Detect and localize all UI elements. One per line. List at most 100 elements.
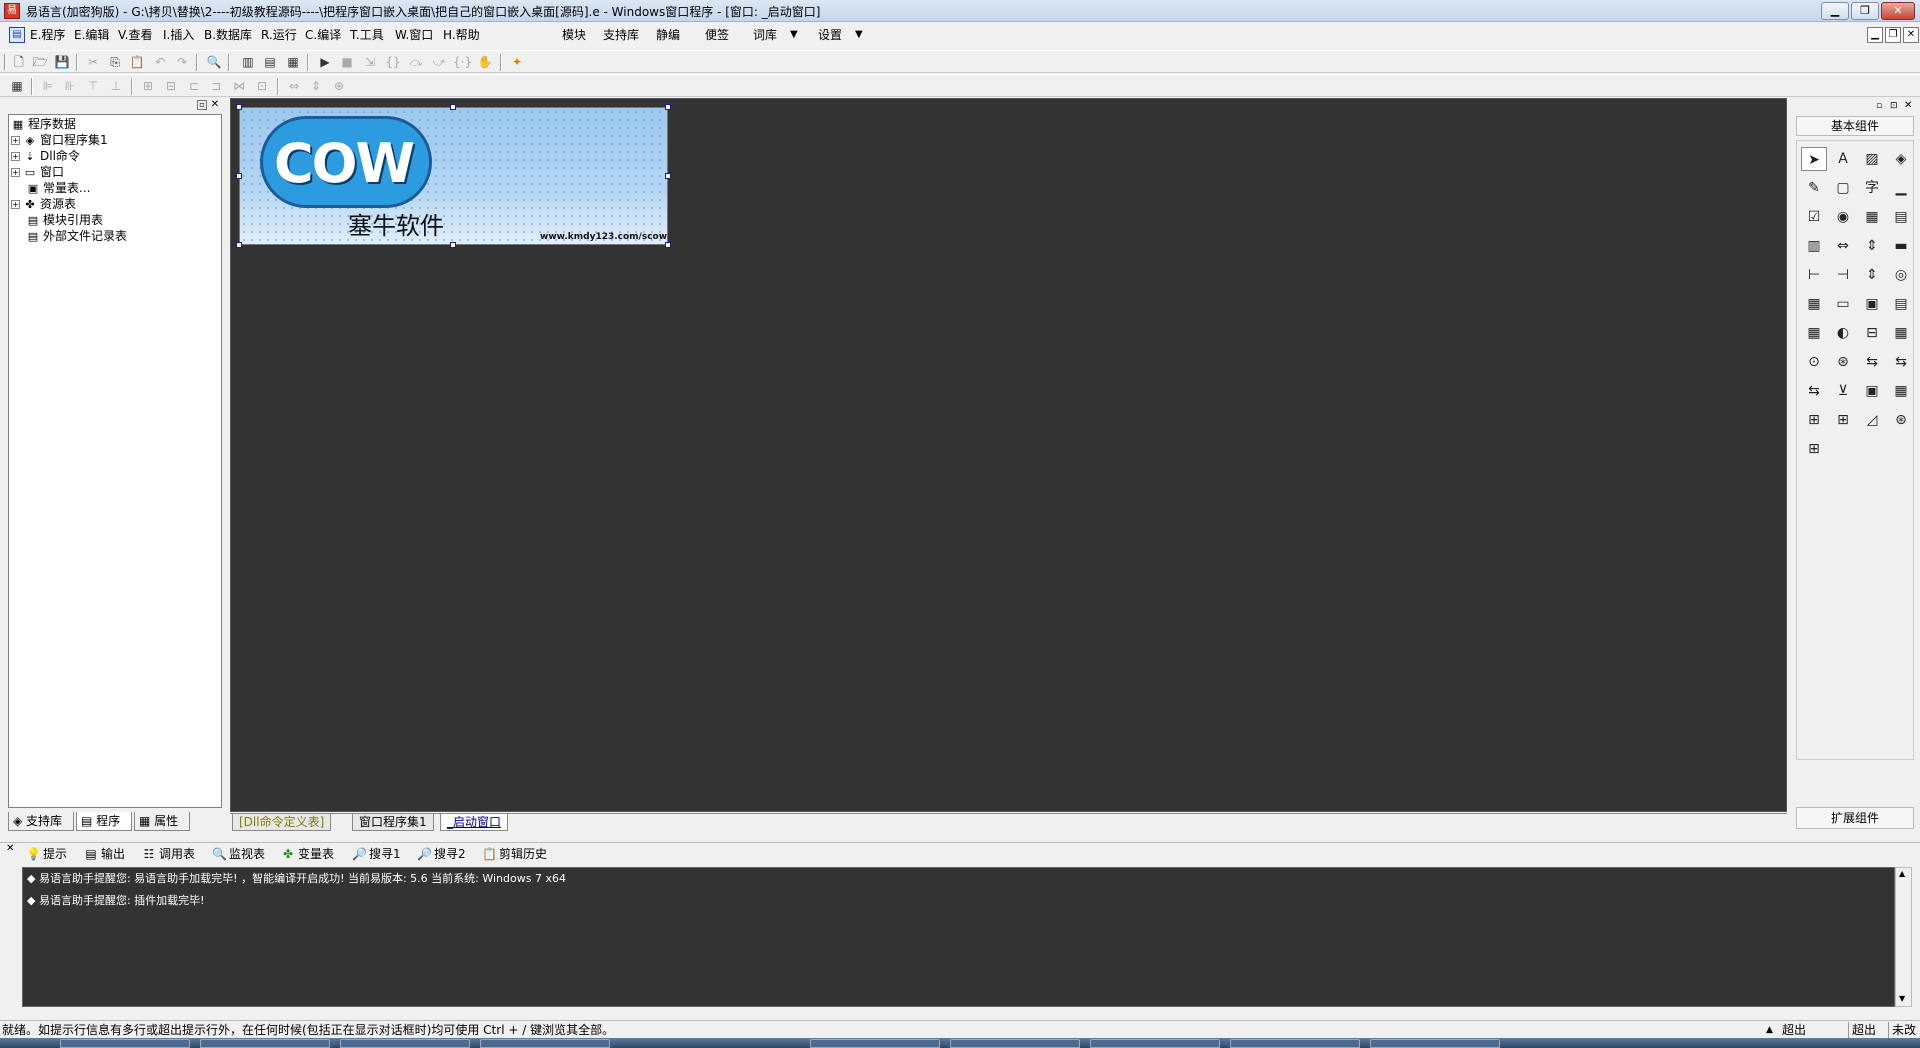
component-tool-icon[interactable]: ▥ bbox=[1801, 234, 1827, 258]
space-evenly-icon[interactable]: ⋈ bbox=[230, 78, 248, 95]
grid-icon[interactable]: ▦ bbox=[8, 78, 26, 95]
component-tool-icon[interactable]: ⊢ bbox=[1801, 263, 1827, 287]
taskbar-button[interactable] bbox=[60, 1039, 190, 1048]
align-top-icon[interactable]: ⊤ bbox=[84, 78, 102, 95]
component-tool-icon[interactable]: ⊞ bbox=[1830, 408, 1856, 432]
menu-run[interactable]: R.运行 bbox=[261, 27, 297, 43]
component-tool-icon[interactable]: ▦ bbox=[1801, 321, 1827, 345]
cut-icon[interactable]: ✂ bbox=[84, 54, 102, 71]
scroll-down-icon[interactable]: ▼ bbox=[1899, 994, 1905, 1003]
settings-dropdown-icon[interactable]: ▼ bbox=[855, 27, 863, 43]
step-out-icon[interactable]: ⤻ bbox=[430, 54, 448, 71]
same-height-icon[interactable]: ⊐ bbox=[207, 78, 225, 95]
form-designer[interactable]: COW 塞牛软件 www.kmdy123.com/scow bbox=[230, 98, 1787, 812]
tree-item-windows[interactable]: + ▭ 窗口 bbox=[11, 164, 64, 180]
menu-edit[interactable]: E.编辑 bbox=[74, 27, 109, 43]
menu-module[interactable]: 模块 bbox=[562, 27, 586, 43]
component-tool-icon[interactable]: ◈ bbox=[1888, 147, 1914, 171]
component-tool-icon[interactable]: ▤ bbox=[1888, 205, 1914, 229]
layout-bottom-icon[interactable]: ▤ bbox=[261, 54, 279, 71]
component-tool-icon[interactable]: ◿ bbox=[1859, 408, 1885, 432]
component-tool-icon[interactable]: ⊞ bbox=[1801, 408, 1827, 432]
align-right-icon[interactable]: ⊪ bbox=[61, 78, 79, 95]
panel-float-icon[interactable]: ▫ bbox=[197, 100, 207, 110]
save-icon[interactable]: 💾 bbox=[53, 54, 71, 71]
paste-icon[interactable]: 📋 bbox=[128, 54, 146, 71]
layout-full-icon[interactable]: ▦ bbox=[284, 54, 302, 71]
component-tool-icon[interactable]: ▦ bbox=[1859, 205, 1885, 229]
step-over-icon[interactable]: ⤼ bbox=[407, 54, 425, 71]
tab-hint[interactable]: 💡 提示 bbox=[26, 846, 67, 863]
minimize-button[interactable]: ▁ bbox=[1821, 2, 1849, 20]
component-tool-icon[interactable]: ⊣ bbox=[1830, 263, 1856, 287]
step-icon[interactable]: ⇲ bbox=[361, 54, 379, 71]
find-icon[interactable]: 🔍 bbox=[205, 54, 223, 71]
output-console[interactable]: ◆ 易语言助手提醒您: 易语言助手加载完毕! ，智能编译开启成功! 当前易版本:… bbox=[22, 867, 1895, 1007]
start-window-form[interactable]: COW 塞牛软件 www.kmdy123.com/scow bbox=[239, 107, 668, 245]
component-tool-icon[interactable]: ⇕ bbox=[1859, 234, 1885, 258]
component-tool-icon[interactable]: ▁ bbox=[1888, 176, 1914, 200]
stop-icon[interactable]: ■ bbox=[338, 54, 356, 71]
tab-clip-history[interactable]: 📋 剪辑历史 bbox=[482, 846, 547, 863]
panel-close-icon[interactable]: ✕ bbox=[210, 100, 220, 110]
resize-handle[interactable] bbox=[236, 104, 242, 110]
tab-watch[interactable]: 🔍 监视表 bbox=[212, 846, 265, 863]
resize-width-icon[interactable]: ⇔ bbox=[285, 78, 303, 95]
run-icon[interactable]: ▶ bbox=[316, 54, 334, 71]
resize-handle[interactable] bbox=[236, 242, 242, 248]
undo-icon[interactable]: ↶ bbox=[151, 54, 169, 71]
component-tool-icon[interactable]: ⊙ bbox=[1801, 350, 1827, 374]
tab-program[interactable]: ▤ 程序 bbox=[76, 812, 132, 831]
menu-window[interactable]: W.窗口 bbox=[395, 27, 433, 43]
component-tool-icon[interactable]: ▣ bbox=[1859, 379, 1885, 403]
toolbar-grip[interactable] bbox=[4, 54, 7, 70]
component-tool-icon[interactable]: ⊞ bbox=[1801, 437, 1827, 461]
resize-handle[interactable] bbox=[450, 242, 456, 248]
taskbar-button[interactable] bbox=[200, 1039, 330, 1048]
component-tool-icon[interactable]: ▦ bbox=[1801, 292, 1827, 316]
center-vertical-icon[interactable]: ⊟ bbox=[162, 78, 180, 95]
menu-insert[interactable]: I.插入 bbox=[163, 27, 194, 43]
same-width-icon[interactable]: ⊏ bbox=[185, 78, 203, 95]
lexicon-dropdown-icon[interactable]: ▼ bbox=[790, 27, 798, 43]
scroll-up-icon[interactable]: ▲ bbox=[1899, 869, 1905, 878]
panel-close-icon[interactable]: ✕ bbox=[6, 843, 14, 854]
resize-handle[interactable] bbox=[665, 242, 671, 248]
component-tool-icon[interactable]: ⊟ bbox=[1859, 321, 1885, 345]
component-tool-icon[interactable]: ⊻ bbox=[1830, 379, 1856, 403]
component-tool-icon[interactable]: ✎ bbox=[1801, 176, 1827, 200]
component-tool-icon[interactable]: 字 bbox=[1859, 176, 1885, 200]
menu-notes[interactable]: 便签 bbox=[705, 27, 729, 43]
new-file-icon[interactable]: 🗋 bbox=[10, 54, 28, 71]
run-to-cursor-icon[interactable]: {·} bbox=[453, 54, 472, 71]
basic-components-header[interactable]: 基本组件 bbox=[1796, 116, 1914, 136]
close-button[interactable]: ✕ bbox=[1881, 2, 1915, 20]
mdi-minimize-button[interactable]: ▁ bbox=[1867, 27, 1883, 43]
panel-pin-icon[interactable]: ⊡ bbox=[1890, 101, 1898, 111]
component-tool-icon[interactable]: ▦ bbox=[1888, 379, 1914, 403]
component-tool-icon[interactable]: ⇆ bbox=[1859, 350, 1885, 374]
taskbar-button[interactable] bbox=[1230, 1039, 1360, 1048]
tree-item-dll-commands[interactable]: + ⇣ Dll命令 bbox=[11, 148, 80, 164]
tab-variables[interactable]: ✤ 变量表 bbox=[281, 846, 334, 863]
component-tool-icon[interactable]: ◐ bbox=[1830, 321, 1856, 345]
copy-icon[interactable]: ⎘ bbox=[106, 54, 124, 71]
extension-components-header[interactable]: 扩展组件 bbox=[1796, 807, 1914, 829]
menu-view[interactable]: V.查看 bbox=[118, 27, 152, 43]
align-bottom-icon[interactable]: ⊥ bbox=[107, 78, 125, 95]
tab-window-assembly[interactable]: 窗口程序集1 bbox=[352, 814, 434, 831]
component-tool-icon[interactable]: ◉ bbox=[1830, 205, 1856, 229]
align-left-icon[interactable]: ⊫ bbox=[39, 78, 57, 95]
status-up-icon[interactable]: ▲ bbox=[1766, 1022, 1773, 1038]
tab-dll-definitions[interactable]: [Dll命令定义表] bbox=[232, 814, 332, 831]
resize-handle[interactable] bbox=[665, 104, 671, 110]
mdi-restore-button[interactable]: ❐ bbox=[1885, 27, 1901, 43]
component-tool-icon[interactable]: ⊛ bbox=[1888, 408, 1914, 432]
open-folder-icon[interactable]: 🗁 bbox=[31, 54, 49, 71]
taskbar-button[interactable] bbox=[1370, 1039, 1500, 1048]
menu-tools[interactable]: T.工具 bbox=[350, 27, 384, 43]
component-tool-icon[interactable]: ▦ bbox=[1888, 321, 1914, 345]
output-scrollbar[interactable]: ▲ ▼ bbox=[1895, 867, 1912, 1007]
tree-item-external-files[interactable]: ▤ 外部文件记录表 bbox=[26, 228, 127, 244]
hand-icon[interactable]: ✋ bbox=[476, 54, 494, 71]
